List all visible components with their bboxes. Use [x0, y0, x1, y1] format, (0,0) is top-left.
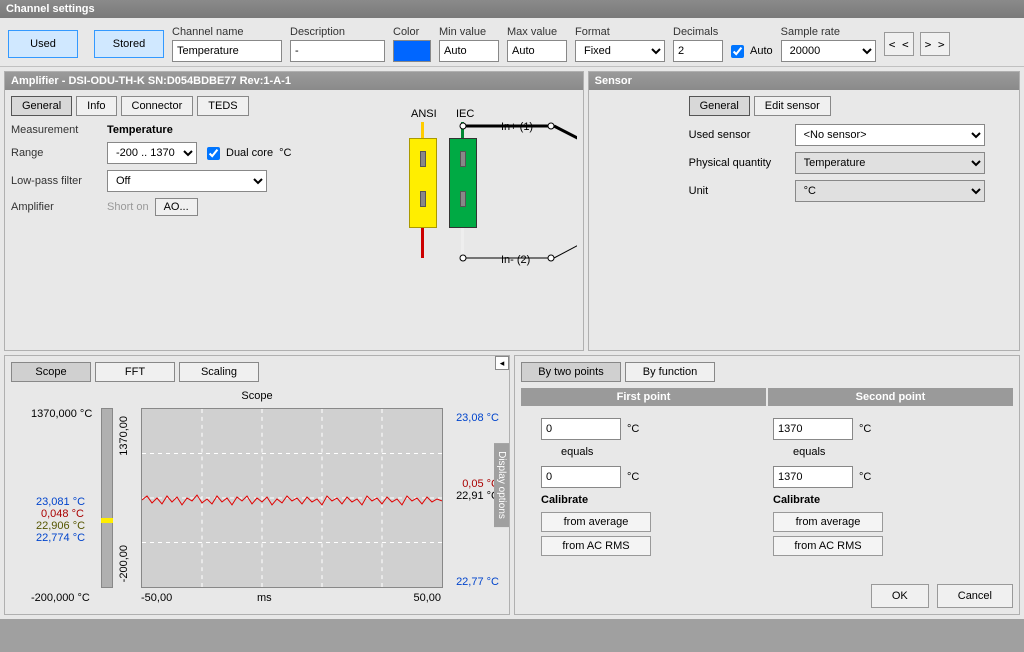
ao-button[interactable]: AO... [155, 198, 198, 216]
from-average-2[interactable]: from average [773, 512, 883, 532]
inplus-label: In+ (1) [501, 121, 533, 133]
channel-name-input[interactable] [172, 40, 282, 62]
second-point-header: Second point [768, 388, 1013, 406]
scope-title: Scope [241, 390, 272, 402]
range-label: Range [11, 147, 101, 159]
tab-connector[interactable]: Connector [121, 96, 194, 116]
lpf-select[interactable]: Off [107, 170, 267, 192]
rt4: 22,77 °C [456, 576, 499, 588]
next-button[interactable]: > > [920, 32, 950, 56]
by-two-points-tab[interactable]: By two points [521, 362, 621, 382]
display-options-handle[interactable]: Display options [494, 443, 509, 527]
sample-select[interactable]: 20000 [781, 40, 876, 62]
auto-checkbox[interactable] [731, 45, 744, 58]
p1b-input[interactable] [541, 466, 621, 488]
scaling-tab[interactable]: Scaling [179, 362, 259, 382]
calibrate2: Calibrate [773, 494, 993, 506]
rt1: 23,08 °C [456, 412, 499, 424]
p2a-input[interactable] [773, 418, 853, 440]
description-input[interactable] [290, 40, 385, 62]
used-sensor-label: Used sensor [689, 129, 789, 141]
color-swatch[interactable] [393, 40, 431, 62]
scope-tab[interactable]: Scope [11, 362, 91, 382]
from-average-1[interactable]: from average [541, 512, 651, 532]
color-label: Color [393, 26, 431, 38]
wiring-diagram: ANSI IEC In+ (1) In- (2) [321, 96, 577, 296]
sensor-header: Sensor [589, 72, 1019, 90]
from-acrms-2[interactable]: from AC RMS [773, 536, 883, 556]
measurement-label: Measurement [11, 124, 101, 136]
xl: -50,00 [141, 592, 172, 604]
fft-tab[interactable]: FFT [95, 362, 175, 382]
measurement-value: Temperature [107, 124, 173, 136]
window-title: Channel settings [0, 0, 1024, 18]
range-select[interactable]: -200 .. 1370 [107, 142, 197, 164]
rt3: 22,91 °C [456, 490, 499, 502]
tab-general[interactable]: General [11, 96, 72, 116]
scope-chart: Scope 1370,000 °C -200,000 °C 23,081 °C … [11, 388, 503, 608]
description-label: Description [290, 26, 385, 38]
dual-core-label: Dual core [226, 147, 273, 159]
lv4: 22,774 °C [36, 532, 85, 544]
format-label: Format [575, 26, 665, 38]
tab-info[interactable]: Info [76, 96, 116, 116]
first-point-header: First point [521, 388, 766, 406]
p1a-input[interactable] [541, 418, 621, 440]
tab-teds[interactable]: TEDS [197, 96, 248, 116]
decimals-label: Decimals [673, 26, 773, 38]
y1: 1370,00 [118, 416, 130, 456]
lv1: 23,081 °C [36, 496, 85, 508]
cancel-button[interactable]: Cancel [937, 584, 1013, 608]
amplifier-label: Amplifier [11, 201, 101, 213]
auto-label: Auto [750, 45, 773, 57]
inminus-label: In- (2) [501, 254, 530, 266]
stored-button[interactable]: Stored [94, 30, 164, 58]
channel-name-label: Channel name [172, 26, 282, 38]
max-label: Max value [507, 26, 567, 38]
equals1: equals [541, 446, 761, 458]
used-button[interactable]: Used [8, 30, 78, 58]
min-label: Min value [439, 26, 499, 38]
ok-button[interactable]: OK [871, 584, 929, 608]
sensor-tab-general[interactable]: General [689, 96, 750, 116]
y-top: 1370,000 °C [31, 408, 92, 420]
xr: 50,00 [413, 592, 441, 604]
format-select[interactable]: Fixed [575, 40, 665, 62]
physical-quantity-select[interactable]: Temperature [795, 152, 985, 174]
short-on-text: Short on [107, 201, 149, 213]
toolbar: Used Stored Channel name Description Col… [0, 18, 1024, 67]
iec-label: IEC [456, 108, 474, 120]
by-function-tab[interactable]: By function [625, 362, 715, 382]
prev-button[interactable]: < < [884, 32, 914, 56]
used-sensor-select[interactable]: <No sensor> [795, 124, 985, 146]
sample-label: Sample rate [781, 26, 876, 38]
amplifier-header: Amplifier - DSI-ODU-TH-K SN:D054BDBE77 R… [5, 72, 583, 90]
lv3: 22,906 °C [36, 520, 85, 532]
from-acrms-1[interactable]: from AC RMS [541, 536, 651, 556]
y2: -200,00 [118, 545, 130, 582]
decimals-input[interactable] [673, 40, 723, 62]
y-bot: -200,000 °C [31, 592, 90, 604]
ansi-label: ANSI [411, 108, 437, 120]
lv2: 0,048 °C [41, 508, 84, 520]
calibrate1: Calibrate [541, 494, 761, 506]
equals2: equals [773, 446, 993, 458]
range-unit: °C [279, 147, 291, 159]
p2b-input[interactable] [773, 466, 853, 488]
min-input[interactable] [439, 40, 499, 62]
max-input[interactable] [507, 40, 567, 62]
dual-core-checkbox[interactable] [207, 147, 220, 160]
unit-label: Unit [689, 185, 789, 197]
lpf-label: Low-pass filter [11, 175, 101, 187]
collapse-icon[interactable]: ◂ [495, 356, 509, 370]
xunit: ms [257, 592, 272, 604]
physical-quantity-label: Physical quantity [689, 157, 789, 169]
sensor-tab-edit[interactable]: Edit sensor [754, 96, 831, 116]
unit-select[interactable]: °C [795, 180, 985, 202]
